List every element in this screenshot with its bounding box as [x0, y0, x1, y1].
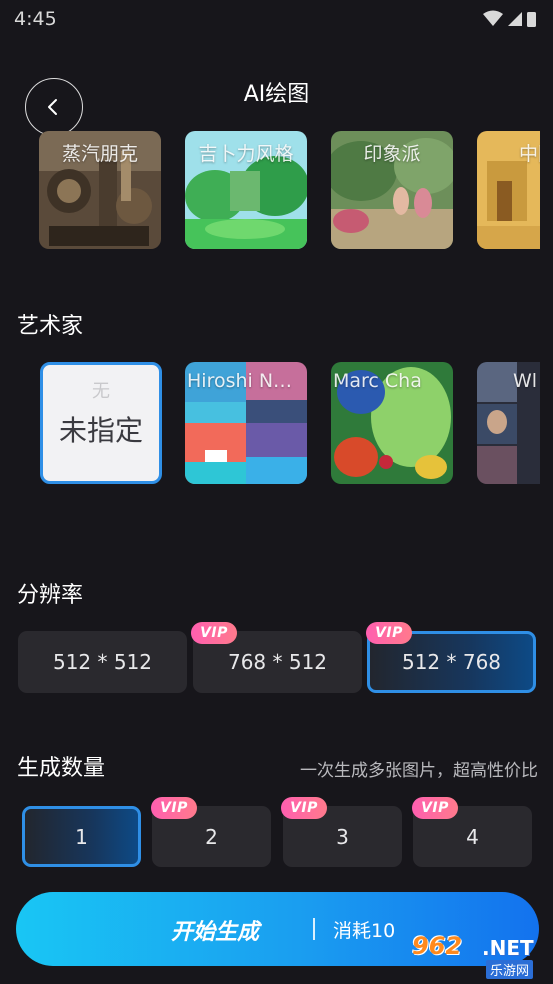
resolution-512x512[interactable]: 512 * 512 — [18, 631, 187, 693]
resolution-768x512-label: 768 * 512 — [227, 650, 328, 674]
signal-icon — [508, 12, 522, 26]
style-ghibli[interactable]: 吉卜力风格 — [185, 131, 307, 249]
status-time: 4:45 — [14, 8, 57, 30]
artist-none-option[interactable]: 无 未指定 — [40, 362, 162, 484]
vip-badge: VIP — [281, 797, 327, 819]
artist-marc-label: Marc Cha — [333, 370, 422, 392]
watermark-sub: 乐游网 — [486, 960, 534, 979]
quantity-section-title: 生成数量 — [17, 756, 106, 781]
page-title: AI绘图 — [243, 82, 310, 107]
vip-badge: VIP — [191, 622, 237, 644]
style-steampunk[interactable]: 蒸汽朋克 — [39, 131, 161, 249]
vip-badge: VIP — [366, 622, 412, 644]
style-chinese[interactable]: 中国 — [477, 131, 540, 249]
start-divider — [313, 918, 315, 940]
status-icons — [483, 10, 536, 27]
quantity-hint: 一次生成多张图片，超高性价比 — [300, 761, 538, 781]
vip-badge: VIP — [412, 797, 458, 819]
resolution-512x512-label: 512 * 512 — [52, 650, 153, 674]
start-generate-label: 开始生成 — [171, 920, 260, 945]
quantity-option-3-label: 3 — [336, 824, 349, 849]
start-cost-label: 消耗10 — [333, 920, 396, 942]
vip-badge: VIP — [151, 797, 197, 819]
artist-none-small-label: 无 — [92, 381, 110, 402]
style-impressionism-label: 印象派 — [363, 143, 421, 165]
status-bar: 4:45 — [0, 0, 553, 38]
artist-hiroshi[interactable]: Hiroshi N… — [185, 362, 307, 484]
quantity-option-1-label: 1 — [75, 824, 88, 849]
artist-none-big-label: 未指定 — [58, 414, 143, 447]
artist-wl[interactable]: Wl — [477, 362, 540, 484]
quantity-option-2-label: 2 — [205, 824, 218, 849]
style-list: 蒸汽朋克 吉卜力风格 印象派 中国 — [0, 131, 540, 249]
style-ghibli-label: 吉卜力风格 — [198, 143, 294, 165]
style-steampunk-label: 蒸汽朋克 — [61, 143, 138, 165]
artist-list: 无 未指定 Hiroshi N… Marc Cha Wl — [0, 362, 540, 484]
resolution-section-title: 分辨率 — [17, 583, 84, 608]
watermark-net: .NET — [482, 936, 534, 960]
battery-icon — [527, 12, 536, 27]
artist-marc[interactable]: Marc Cha — [331, 362, 453, 484]
quantity-option-1[interactable]: 1 — [22, 806, 141, 867]
resolution-512x768-label: 512 * 768 — [401, 650, 502, 674]
artist-wl-label: Wl — [513, 370, 538, 392]
style-impressionism[interactable]: 印象派 — [331, 131, 453, 249]
artist-section-title: 艺术家 — [17, 314, 84, 339]
quantity-option-4-label: 4 — [466, 824, 479, 849]
wifi-icon — [483, 10, 503, 26]
watermark-logo: 962 .NET 乐游网 — [412, 932, 548, 979]
artist-hiroshi-label: Hiroshi N… — [187, 370, 293, 392]
watermark-number: 962 — [412, 932, 463, 960]
style-chinese-label: 中国 — [518, 143, 540, 165]
